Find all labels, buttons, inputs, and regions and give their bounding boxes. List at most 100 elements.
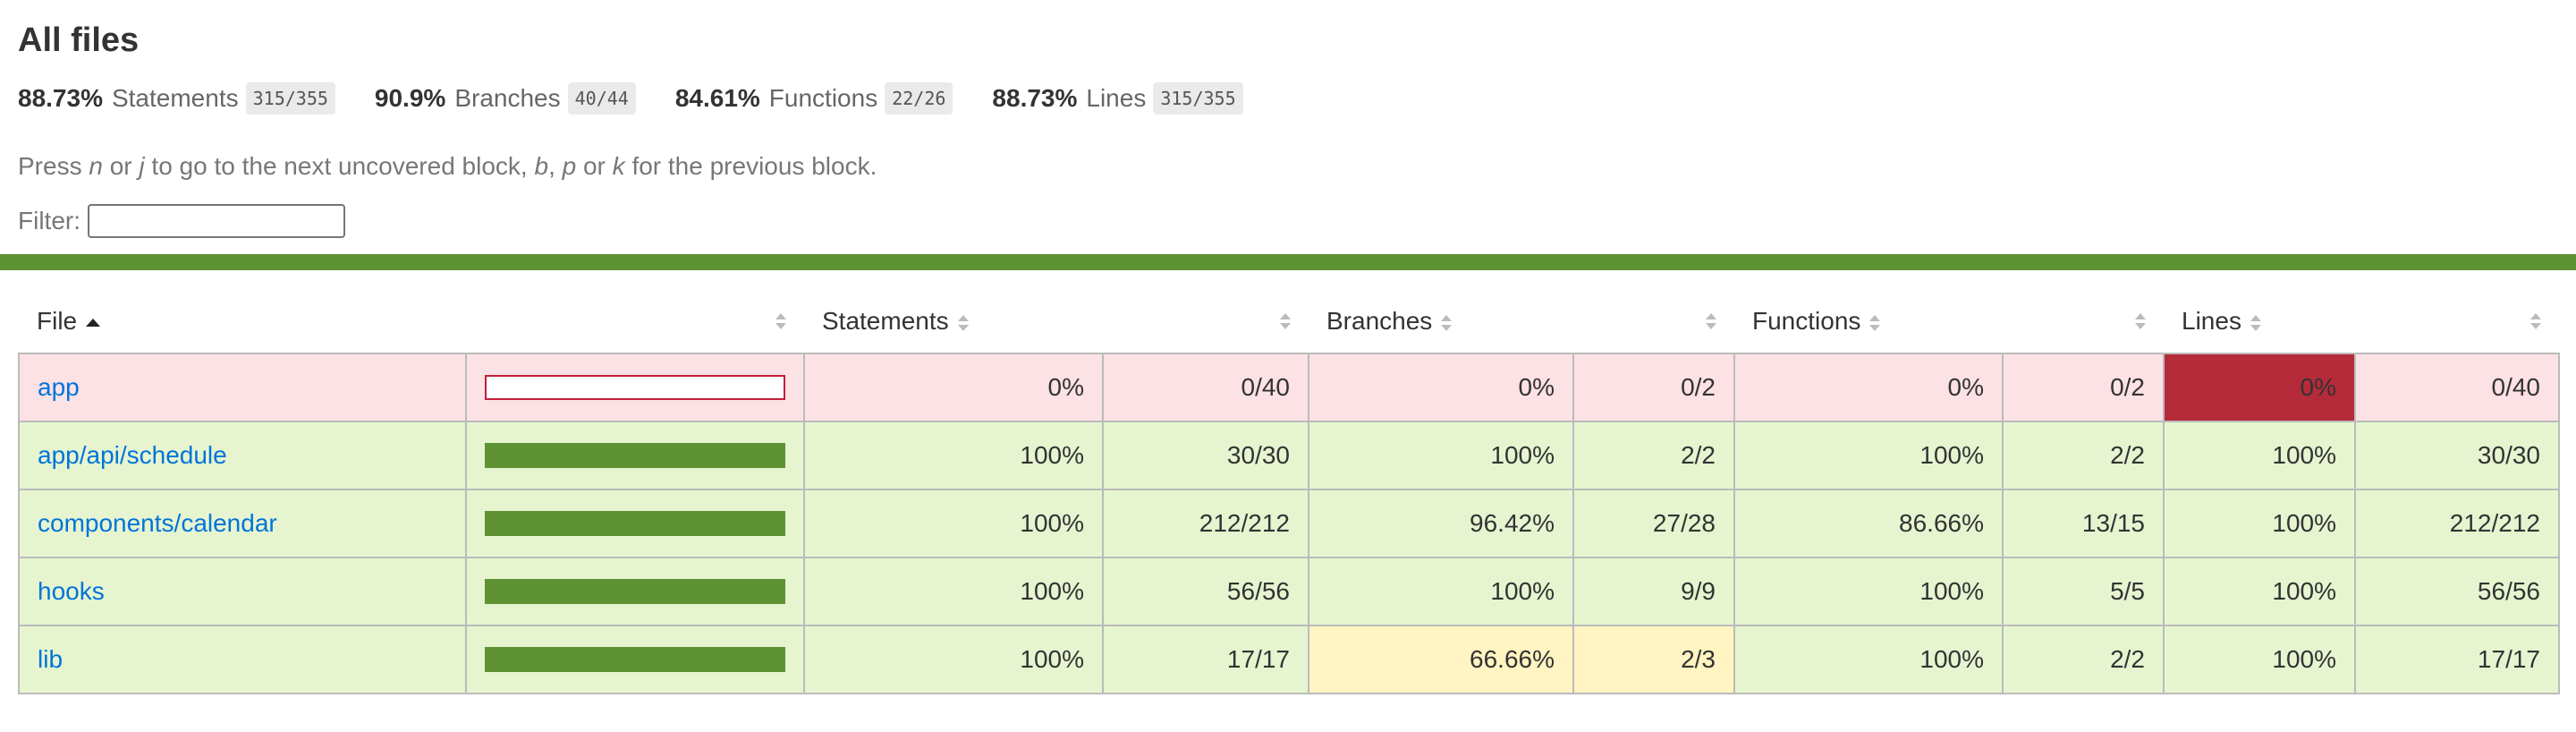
table-row: app 0% 0/40 0% 0/2 0% 0/2 0% 0/40 xyxy=(18,353,2560,422)
functions-fraction-cell: 2/2 xyxy=(2002,421,2165,490)
coverage-bar-fill xyxy=(485,647,785,672)
statements-fraction-cell: 0/40 xyxy=(1102,353,1309,422)
functions-fraction-cell: 0/2 xyxy=(2002,353,2165,422)
coverage-bar-cell xyxy=(465,489,805,558)
help-key: p xyxy=(562,152,577,180)
file-cell: hooks xyxy=(18,557,467,626)
table-row: components/calendar 100% 212/212 96.42% 27/2… xyxy=(18,489,2560,558)
sort-icon xyxy=(1706,312,1716,330)
summary-lines: 88.73% Lines 315/355 xyxy=(992,82,1243,115)
file-link[interactable]: lib xyxy=(38,645,63,673)
header-statements-label: Statements xyxy=(822,307,949,335)
coverage-table-body: app 0% 0/40 0% 0/2 0% 0/2 0% 0/40 app/api/schedul… xyxy=(18,353,2560,694)
file-link[interactable]: app/api/schedule xyxy=(38,441,227,469)
header-lines[interactable]: Lines xyxy=(2164,290,2355,353)
summary-branches: 90.9% Branches 40/44 xyxy=(375,82,636,115)
sort-icon xyxy=(2135,312,2146,330)
branches-pct-cell: 66.66% xyxy=(1308,625,1574,694)
file-link[interactable]: components/calendar xyxy=(38,509,277,537)
summary-statements-pct: 88.73% xyxy=(18,84,103,112)
table-row: lib 100% 17/17 66.66% 2/3 100% 2/2 100% 17/17 xyxy=(18,625,2560,694)
filter-input[interactable] xyxy=(88,204,345,238)
coverage-table: File Statements Branches Functions Lines… xyxy=(18,290,2560,694)
lines-fraction-cell: 0/40 xyxy=(2354,353,2560,422)
functions-pct-cell: 100% xyxy=(1733,557,2004,626)
sort-icon xyxy=(1441,314,1453,332)
lines-pct-cell: 100% xyxy=(2163,421,2356,490)
table-row: hooks 100% 56/56 100% 9/9 100% 5/5 100% 56/56 xyxy=(18,557,2560,626)
help-text: or xyxy=(576,152,613,180)
summary-functions-label: Functions xyxy=(768,84,878,112)
branches-fraction-cell: 2/2 xyxy=(1572,421,1735,490)
sort-icon xyxy=(1280,312,1291,330)
file-cell: app/api/schedule xyxy=(18,421,467,490)
summary-lines-fraction: 315/355 xyxy=(1153,82,1243,115)
summary-statements-label: Statements xyxy=(111,84,239,112)
keyboard-help: Press n or j to go to the next uncovered… xyxy=(18,152,2558,181)
summary-statements-fraction: 315/355 xyxy=(245,82,335,115)
help-text: Press xyxy=(18,152,89,180)
file-cell: lib xyxy=(18,625,467,694)
header-functions-label: Functions xyxy=(1752,307,1861,335)
header-functions-raw[interactable] xyxy=(2003,290,2164,353)
summary-branches-label: Branches xyxy=(454,84,561,112)
header-statements[interactable]: Statements xyxy=(804,290,1103,353)
branches-fraction-cell: 9/9 xyxy=(1572,557,1735,626)
header-branches-label: Branches xyxy=(1326,307,1433,335)
table-header-row: File Statements Branches Functions Lines xyxy=(19,290,2559,353)
header-branches[interactable]: Branches xyxy=(1309,290,1573,353)
header-statements-raw[interactable] xyxy=(1103,290,1309,353)
sort-icon xyxy=(2530,312,2541,330)
coverage-bar xyxy=(485,579,785,604)
statements-fraction-cell: 17/17 xyxy=(1102,625,1309,694)
help-text: or xyxy=(102,152,140,180)
help-key: k xyxy=(612,152,625,180)
statements-pct-cell: 0% xyxy=(803,353,1104,422)
summary-functions-fraction: 22/26 xyxy=(885,82,953,115)
summary-functions-pct: 84.61% xyxy=(674,84,760,112)
lines-pct-cell: 100% xyxy=(2163,557,2356,626)
file-link[interactable]: hooks xyxy=(38,577,105,605)
help-key: b xyxy=(534,152,549,180)
header-functions[interactable]: Functions xyxy=(1734,290,2003,353)
functions-pct-cell: 86.66% xyxy=(1733,489,2004,558)
header-file[interactable]: File xyxy=(19,290,466,353)
coverage-bar-cell xyxy=(465,557,805,626)
coverage-bar-fill xyxy=(485,579,785,604)
branches-pct-cell: 100% xyxy=(1308,421,1574,490)
lines-pct-cell: 100% xyxy=(2163,625,2356,694)
branches-fraction-cell: 27/28 xyxy=(1572,489,1735,558)
coverage-bar-cell xyxy=(465,625,805,694)
help-text: , xyxy=(548,152,563,180)
coverage-bar xyxy=(485,647,785,672)
table-row: app/api/schedule 100% 30/30 100% 2/2 100% 2/2 1… xyxy=(18,421,2560,490)
branches-pct-cell: 96.42% xyxy=(1308,489,1574,558)
branches-pct-cell: 100% xyxy=(1308,557,1574,626)
header-lines-raw[interactable] xyxy=(2355,290,2559,353)
header-branches-raw[interactable] xyxy=(1573,290,1734,353)
coverage-summary: 88.73% Statements 315/355 90.9% Branches… xyxy=(18,82,2558,115)
functions-pct-cell: 0% xyxy=(1733,353,2004,422)
filter-row: Filter: xyxy=(18,204,2558,238)
sort-ascending-icon xyxy=(86,319,101,328)
header-file-bar[interactable] xyxy=(466,290,804,353)
statements-fraction-cell: 212/212 xyxy=(1102,489,1309,558)
coverage-bar-fill xyxy=(485,511,785,536)
statements-pct-cell: 100% xyxy=(803,625,1104,694)
file-link[interactable]: app xyxy=(38,373,80,401)
functions-fraction-cell: 13/15 xyxy=(2002,489,2165,558)
lines-fraction-cell: 212/212 xyxy=(2354,489,2560,558)
summary-lines-pct: 88.73% xyxy=(992,84,1078,112)
summary-branches-pct: 90.9% xyxy=(374,84,446,112)
lines-pct-cell: 0% xyxy=(2163,353,2356,422)
summary-statements: 88.73% Statements 315/355 xyxy=(18,82,335,115)
coverage-bar-fill xyxy=(485,443,785,468)
coverage-bar-cell xyxy=(465,353,805,422)
file-cell: components/calendar xyxy=(18,489,467,558)
functions-fraction-cell: 2/2 xyxy=(2002,625,2165,694)
coverage-bar-cell xyxy=(465,421,805,490)
status-line xyxy=(0,254,2576,270)
summary-lines-label: Lines xyxy=(1086,84,1147,112)
sort-icon xyxy=(957,314,969,332)
branches-fraction-cell: 0/2 xyxy=(1572,353,1735,422)
